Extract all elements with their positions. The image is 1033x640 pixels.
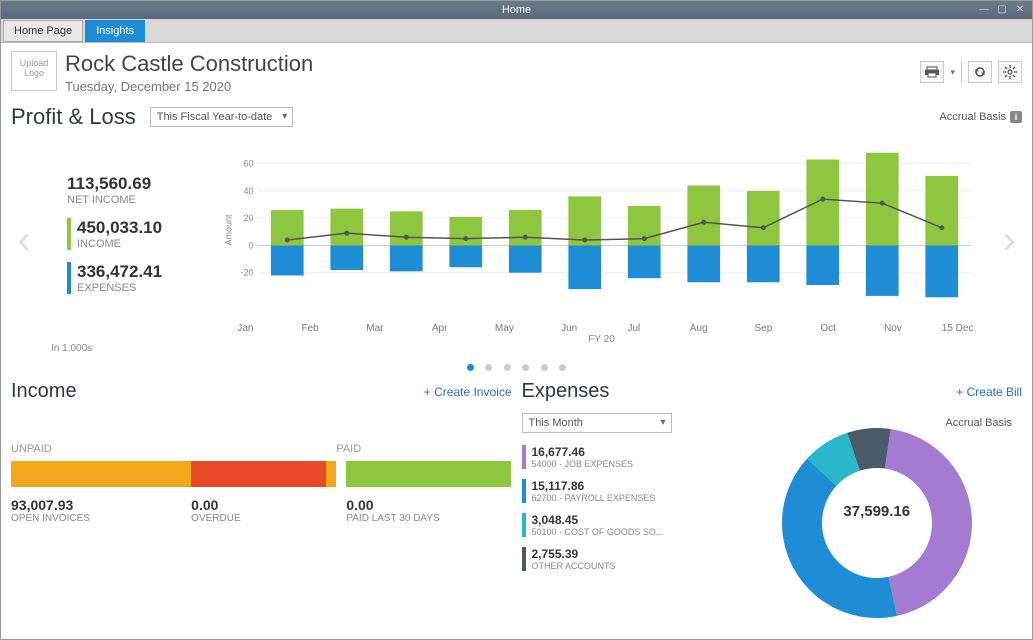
open-invoices-value: 93,007.93 [11,497,191,513]
window-title: Home [502,4,531,16]
income-title: Income [11,380,77,403]
profit-loss-chart: -20 0 20 40 60 Amount JanFebMarAprMayJunJulAu… [207,140,996,340]
dot-6[interactable] [559,364,566,371]
paid30-label: PAID LAST 30 DAYS [346,513,439,524]
chart-x-tick: Jul [602,323,667,334]
dot-4[interactable] [522,364,529,371]
current-date: Tuesday, December 15 2020 [65,79,313,94]
chart-x-tick: May [472,323,537,334]
paid30-value: 0.00 [346,497,439,513]
expenses-title: Expenses [522,380,610,403]
expense-item-value: 2,755.39 [532,547,732,561]
svg-text:20: 20 [243,213,253,223]
expense-item-label: 62700 · PAYROLL EXPENSES [532,493,732,503]
chart-x-tick: Apr [407,323,472,334]
expense-item-0: 16,677.46 54000 · JOB EXPENSES [522,445,732,469]
accrual-basis-label: Accrual Basis [939,111,1006,123]
chart-x-tick: Sep [731,323,796,334]
header-actions: ▾ [920,61,1022,83]
expense-item-3: 2,755.39 OTHER ACCOUNTS [522,547,732,571]
expenses-block: 336,472.41 EXPENSES [67,262,207,294]
minimize-icon[interactable]: — [976,2,992,16]
income-label: INCOME [77,238,207,250]
chart-x-tick: Feb [278,323,343,334]
expense-item-value: 3,048.45 [532,513,732,527]
in-1000s-label: In 1,000s [51,343,92,354]
settings-button[interactable] [998,61,1022,83]
expenses-total: 37,599.16 [843,503,910,520]
window-titlebar: Home — ▢ ✕ [1,1,1032,19]
tab-row: Home Page Insights [1,19,1032,43]
profit-loss-range-dropdown[interactable]: This Fiscal Year-to-date [150,107,294,127]
print-dropdown-chevron[interactable]: ▾ [950,67,955,78]
close-icon[interactable]: ✕ [1012,2,1028,16]
chart-x-tick: Oct [796,323,861,334]
tab-insights[interactable]: Insights [85,20,145,42]
expenses-panel: Expenses + Create Bill This Month 16,677… [522,380,1023,633]
tab-home-page[interactable]: Home Page [3,20,83,42]
next-chart-button[interactable]: › [996,210,1022,270]
svg-text:Amount: Amount [224,214,234,246]
open-invoices-bar-extra [326,461,336,487]
company-name: Rock Castle Construction [65,51,313,77]
overdue-value: 0.00 [191,497,346,513]
refresh-button[interactable] [968,61,992,83]
chart-x-tick: Jan [213,323,278,334]
upload-logo-button[interactable]: Upload Logo [11,51,57,91]
divider [961,61,962,83]
expenses-range-dropdown[interactable]: This Month [522,413,672,433]
dot-5[interactable] [541,364,548,371]
expense-item-label: 50100 · COST OF GOODS SO... [532,527,732,537]
chart-x-axis-label: FY 20 [207,334,996,345]
overdue-label: OVERDUE [191,513,346,524]
income-panel: Income + Create Invoice UNPAID PAID 93 [11,380,512,633]
create-bill-link[interactable]: + Create Bill [956,385,1022,399]
expenses-value: 336,472.41 [77,262,207,282]
expenses-label: EXPENSES [77,282,207,294]
chart-x-tick: Mar [343,323,408,334]
dot-3[interactable] [504,364,511,371]
expense-item-2: 3,048.45 50100 · COST OF GOODS SO... [522,513,732,537]
income-value: 450,033.10 [77,218,207,238]
print-button[interactable] [920,61,944,83]
maximize-icon[interactable]: ▢ [994,2,1010,16]
chart-x-tick: 15 Dec [925,323,990,334]
dot-2[interactable] [485,364,492,371]
open-invoices-bar [11,461,191,487]
svg-text:40: 40 [243,186,253,196]
info-icon[interactable]: i [1010,111,1022,123]
overdue-bar [191,461,326,487]
chart-x-tick: Aug [666,323,731,334]
chart-x-tick: Jun [537,323,602,334]
expenses-accrual-label: Accrual Basis [945,417,1012,429]
prev-chart-button[interactable]: ‹ [11,210,37,270]
paid-heading: PAID [336,443,361,455]
dot-1[interactable] [467,364,474,371]
income-block: 450,033.10 INCOME [67,218,207,250]
create-invoice-link[interactable]: + Create Invoice [424,385,512,399]
expense-item-label: 54000 · JOB EXPENSES [532,459,732,469]
svg-text:-20: -20 [240,268,253,278]
expense-item-value: 16,677.46 [532,445,732,459]
net-income-label: NET INCOME [67,194,207,206]
unpaid-heading: UNPAID [11,443,336,455]
net-income-block: 113,560.69 NET INCOME [67,174,207,206]
svg-text:60: 60 [243,159,253,169]
profit-loss-title: Profit & Loss [11,104,136,130]
chart-x-tick: Nov [861,323,926,334]
expense-item-label: OTHER ACCOUNTS [532,561,732,571]
open-invoices-label: OPEN INVOICES [11,513,191,524]
net-income-value: 113,560.69 [67,174,207,194]
chart-pagination-dots [11,360,1022,374]
expense-item-value: 15,117.86 [532,479,732,493]
svg-text:0: 0 [248,240,253,250]
expense-item-1: 15,117.86 62700 · PAYROLL EXPENSES [522,479,732,503]
expense-donut-chart: Accrual Basis 37,599.16 [732,413,1023,633]
paid-bar [346,461,511,487]
